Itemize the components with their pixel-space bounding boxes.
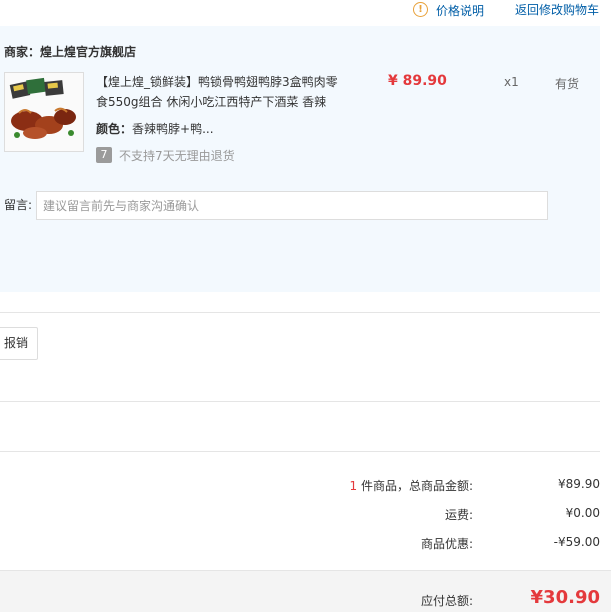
discount-label: 商品优惠: bbox=[420, 537, 473, 551]
product-image bbox=[5, 73, 83, 151]
product-price: ¥ 89.90 bbox=[388, 73, 447, 89]
remark-input[interactable] bbox=[36, 191, 548, 220]
divider bbox=[0, 401, 600, 402]
remark-label: 留言: bbox=[4, 198, 33, 212]
total-value: ¥30.90 bbox=[530, 587, 600, 608]
no-return-icon: 7 bbox=[96, 147, 112, 163]
top-bar: ! 价格说明 返回修改购物车 bbox=[0, 0, 611, 26]
shipping-value: ¥0.00 bbox=[565, 506, 600, 520]
goods-total-row: 1 件商品，总商品金额: ¥89.90 bbox=[0, 477, 611, 497]
reimburse-button[interactable]: 报销 bbox=[0, 327, 38, 360]
total-bar: 应付总额: ¥30.90 bbox=[0, 570, 611, 612]
product-color: 颜色：香辣鸭脖+鸭... bbox=[96, 120, 214, 137]
stock-status: 有货 bbox=[555, 77, 580, 91]
shop-panel: 商家：煌上煌官方旗舰店 【煌上煌_锁鲜装】鸭锁骨鸭翅鸭脖3盒鸭肉零食550g组合… bbox=[0, 26, 600, 292]
product-quantity: x1 bbox=[504, 75, 519, 89]
price-explain-link[interactable]: 价格说明 bbox=[436, 2, 484, 19]
shipping-label: 运费: bbox=[444, 508, 473, 522]
total-label: 应付总额: bbox=[420, 594, 473, 608]
item-count-suffix: 件商品，总商品金额: bbox=[357, 479, 473, 493]
item-count: 1 bbox=[349, 479, 358, 493]
product-title-link[interactable]: 【煌上煌_锁鲜装】鸭锁骨鸭翅鸭脖3盒鸭肉零食550g组合 休闲小吃江西特产下酒菜… bbox=[96, 72, 346, 112]
goods-total-label: 1 件商品，总商品金额: bbox=[350, 477, 474, 494]
no-return-notice: 不支持7天无理由退货 bbox=[119, 149, 235, 163]
product-thumbnail[interactable] bbox=[4, 72, 84, 152]
divider bbox=[0, 312, 600, 313]
discount-row: 商品优惠: -¥59.00 bbox=[0, 535, 611, 555]
exclamation-circle-icon: ! bbox=[413, 2, 428, 17]
back-to-cart-link[interactable]: 返回修改购物车 bbox=[515, 1, 599, 18]
divider bbox=[0, 451, 600, 452]
goods-total-value: ¥89.90 bbox=[558, 477, 600, 491]
discount-value: -¥59.00 bbox=[553, 535, 600, 549]
merchant-name: 商家：煌上煌官方旗舰店 bbox=[4, 45, 137, 59]
color-value: 香辣鸭脖+鸭... bbox=[132, 122, 214, 136]
color-label: 颜色： bbox=[96, 122, 133, 136]
shipping-row: 运费: ¥0.00 bbox=[0, 506, 611, 526]
